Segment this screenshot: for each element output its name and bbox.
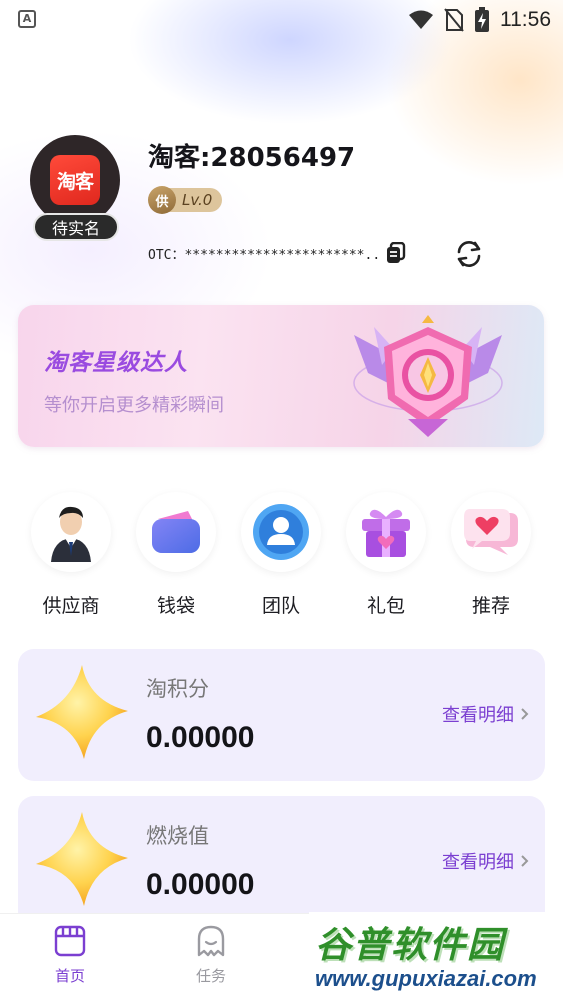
supplier-level-icon: 供 [148,186,176,214]
wallet-icon [136,492,216,572]
burn-value-card: 燃烧值 0.00000 查看明细 [18,796,545,928]
tao-points-card: 淘积分 0.00000 查看明细 [18,649,545,781]
status-bar: A 11:56 [0,0,563,40]
view-points-details-link[interactable]: 查看明细 [442,701,529,727]
nav-label-tasks: 任务 [195,967,226,985]
menu-label: 推荐 [471,595,510,617]
refresh-icon[interactable] [453,238,485,270]
app-logo: 淘客 [50,155,100,205]
level-badge: 供 Lv.0 [148,186,223,214]
businessman-icon [31,492,111,572]
menu-label: 团队 [261,595,300,617]
menu-item-wallet[interactable]: 钱袋 [126,492,226,618]
nav-item-home[interactable]: 首页 [30,924,110,986]
points-label: 淘积分 [146,677,209,701]
wifi-icon [409,10,433,29]
menu-item-supplier[interactable]: 供应商 [21,492,121,618]
realname-badge[interactable]: 待实名 [33,213,119,241]
status-icons: 11:56 [408,6,551,34]
menu-item-recommend[interactable]: 推荐 [441,492,541,618]
link-label: 查看明细 [442,852,514,873]
menu-item-gift[interactable]: 礼包 [336,492,436,618]
quick-menu: 供应商 钱袋 团队 礼包 推荐 [0,492,563,622]
clock: 11:56 [500,8,551,31]
burn-label: 燃烧值 [146,824,209,848]
menu-label: 钱袋 [156,595,195,617]
star-icon [36,812,128,906]
otc-address: OTC：***********************... [148,248,378,263]
no-sim-icon [444,8,464,32]
view-burn-details-link[interactable]: 查看明细 [442,848,529,874]
menu-item-team[interactable]: 团队 [231,492,331,618]
user-name: 淘客:28056497 [148,143,356,173]
medal-icon [353,315,503,437]
team-icon [241,492,321,572]
avatar-circle: 淘客 [30,135,120,225]
banner-title: 淘客星级达人 [44,350,188,376]
star-expert-banner[interactable]: 淘客星级达人 等你开启更多精彩瞬间 [18,305,544,447]
chevron-right-icon [521,855,529,867]
level-text: Lv.0 [168,188,223,212]
watermark-title: 谷普软件园 [315,925,506,966]
star-icon [36,665,128,759]
watermark: 谷普软件园 www.gupuxiazai.com [309,912,563,1002]
notification-indicator: A [18,10,36,28]
burn-value: 0.00000 [146,868,255,901]
menu-label: 礼包 [366,595,405,617]
ghost-icon [197,925,225,957]
menu-label: 供应商 [42,595,100,617]
avatar[interactable]: 淘客 待实名 [30,135,122,243]
battery-charging-icon [475,7,489,32]
nav-label-home: 首页 [54,967,85,985]
points-value: 0.00000 [146,721,255,754]
copy-icon[interactable] [385,242,407,264]
watermark-url: www.gupuxiazai.com [315,966,537,991]
banner-subtitle: 等你开启更多精彩瞬间 [44,395,224,416]
gift-icon [346,492,426,572]
nav-item-tasks[interactable]: 任务 [171,924,251,986]
link-label: 查看明细 [442,705,514,726]
heart-chat-icon [451,492,531,572]
store-icon [54,925,86,957]
chevron-right-icon [521,708,529,720]
